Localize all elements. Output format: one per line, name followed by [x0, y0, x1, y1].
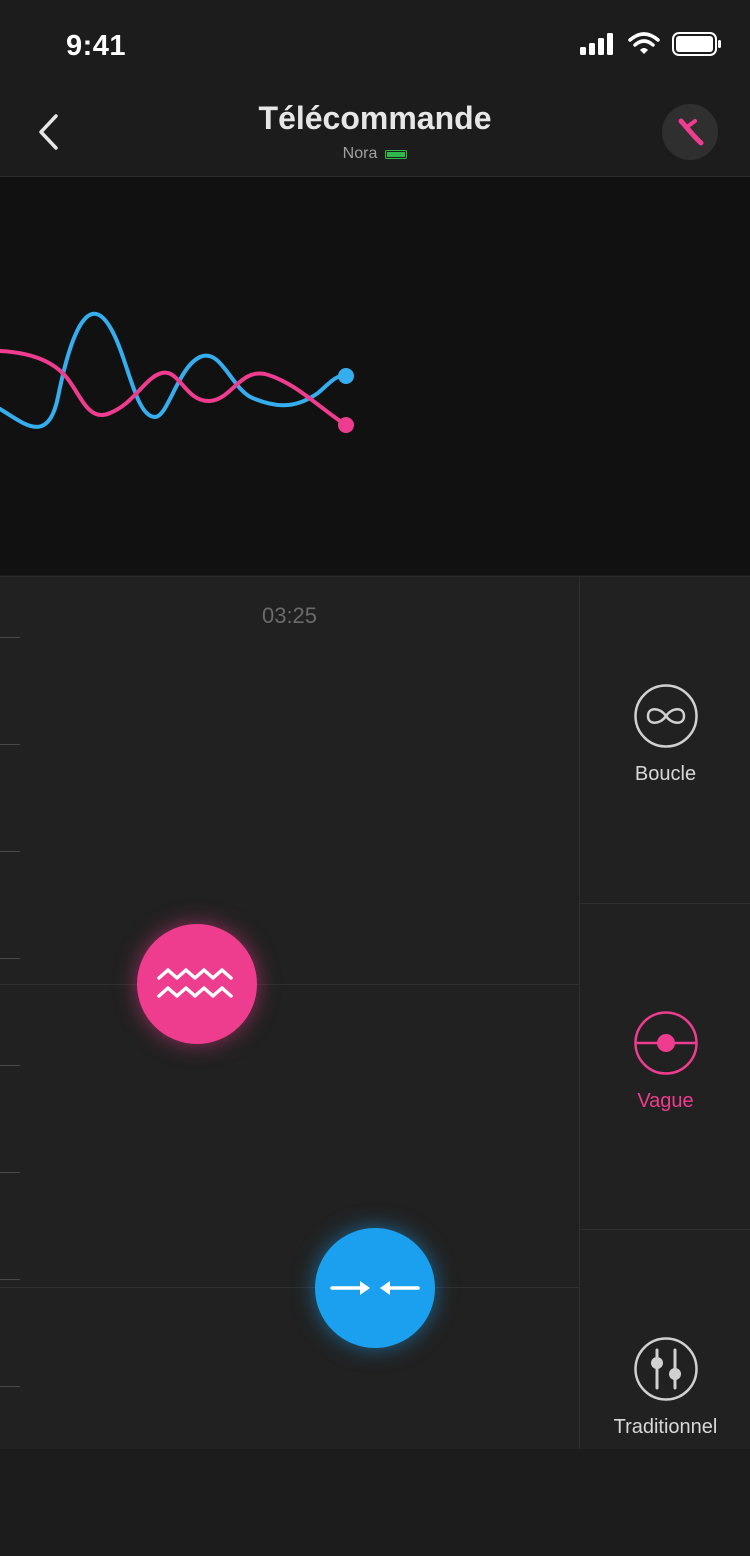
device-subtitle: Nora [0, 145, 750, 163]
cellular-signal-icon [580, 33, 613, 55]
blue-wave-line [0, 312, 348, 429]
status-bar: 9:41 [0, 0, 750, 90]
mode-traditional-label: Traditionnel [613, 1416, 718, 1438]
pink-level-line [0, 984, 579, 985]
status-icons [580, 32, 722, 56]
device-button[interactable] [662, 104, 718, 160]
scale-tick [0, 637, 20, 638]
mode-loop[interactable]: Boucle [580, 577, 750, 903]
scale-tick [0, 1065, 20, 1066]
waves-icon [157, 968, 233, 998]
pink-wave-endpoint [338, 417, 354, 433]
mode-loop-label: Boucle [634, 763, 697, 785]
mode-wave[interactable]: Vague [580, 903, 750, 1230]
page-title: Télécommande [258, 100, 492, 136]
scale-tick [0, 1279, 20, 1280]
mode-traditional[interactable]: Traditionnel [580, 1229, 750, 1556]
infinity-icon [633, 684, 698, 748]
wave-preview-graph [0, 312, 354, 433]
mode-wave-label: Vague [637, 1090, 694, 1112]
navigation-bar: Télécommande Nora [0, 90, 750, 177]
mode-panel: Boucle Vague Traditionnel [579, 576, 750, 1449]
wifi-icon [628, 32, 660, 54]
battery-icon [672, 32, 721, 56]
control-area[interactable]: 03:25 [0, 576, 579, 1449]
arrows-inward-icon [330, 1281, 420, 1295]
device-name: Nora [342, 145, 378, 162]
scale-tick [0, 744, 20, 745]
scale-tick [0, 958, 20, 959]
status-time: 9:41 [66, 30, 127, 62]
device-battery-icon [385, 149, 408, 159]
wave-target-icon [633, 1011, 698, 1075]
sliders-icon [633, 1337, 698, 1401]
squeeze-control-handle[interactable] [315, 1228, 435, 1348]
timer: 03:25 [261, 603, 318, 628]
scale-tick [0, 1386, 20, 1387]
scale-tick [0, 1172, 20, 1173]
blue-wave-endpoint [338, 368, 354, 384]
blue-level-line [0, 1287, 579, 1288]
wave-control-handle[interactable] [137, 924, 257, 1044]
wave-preview [0, 177, 750, 575]
toy-device-icon [678, 118, 704, 146]
scale-tick [0, 851, 20, 852]
